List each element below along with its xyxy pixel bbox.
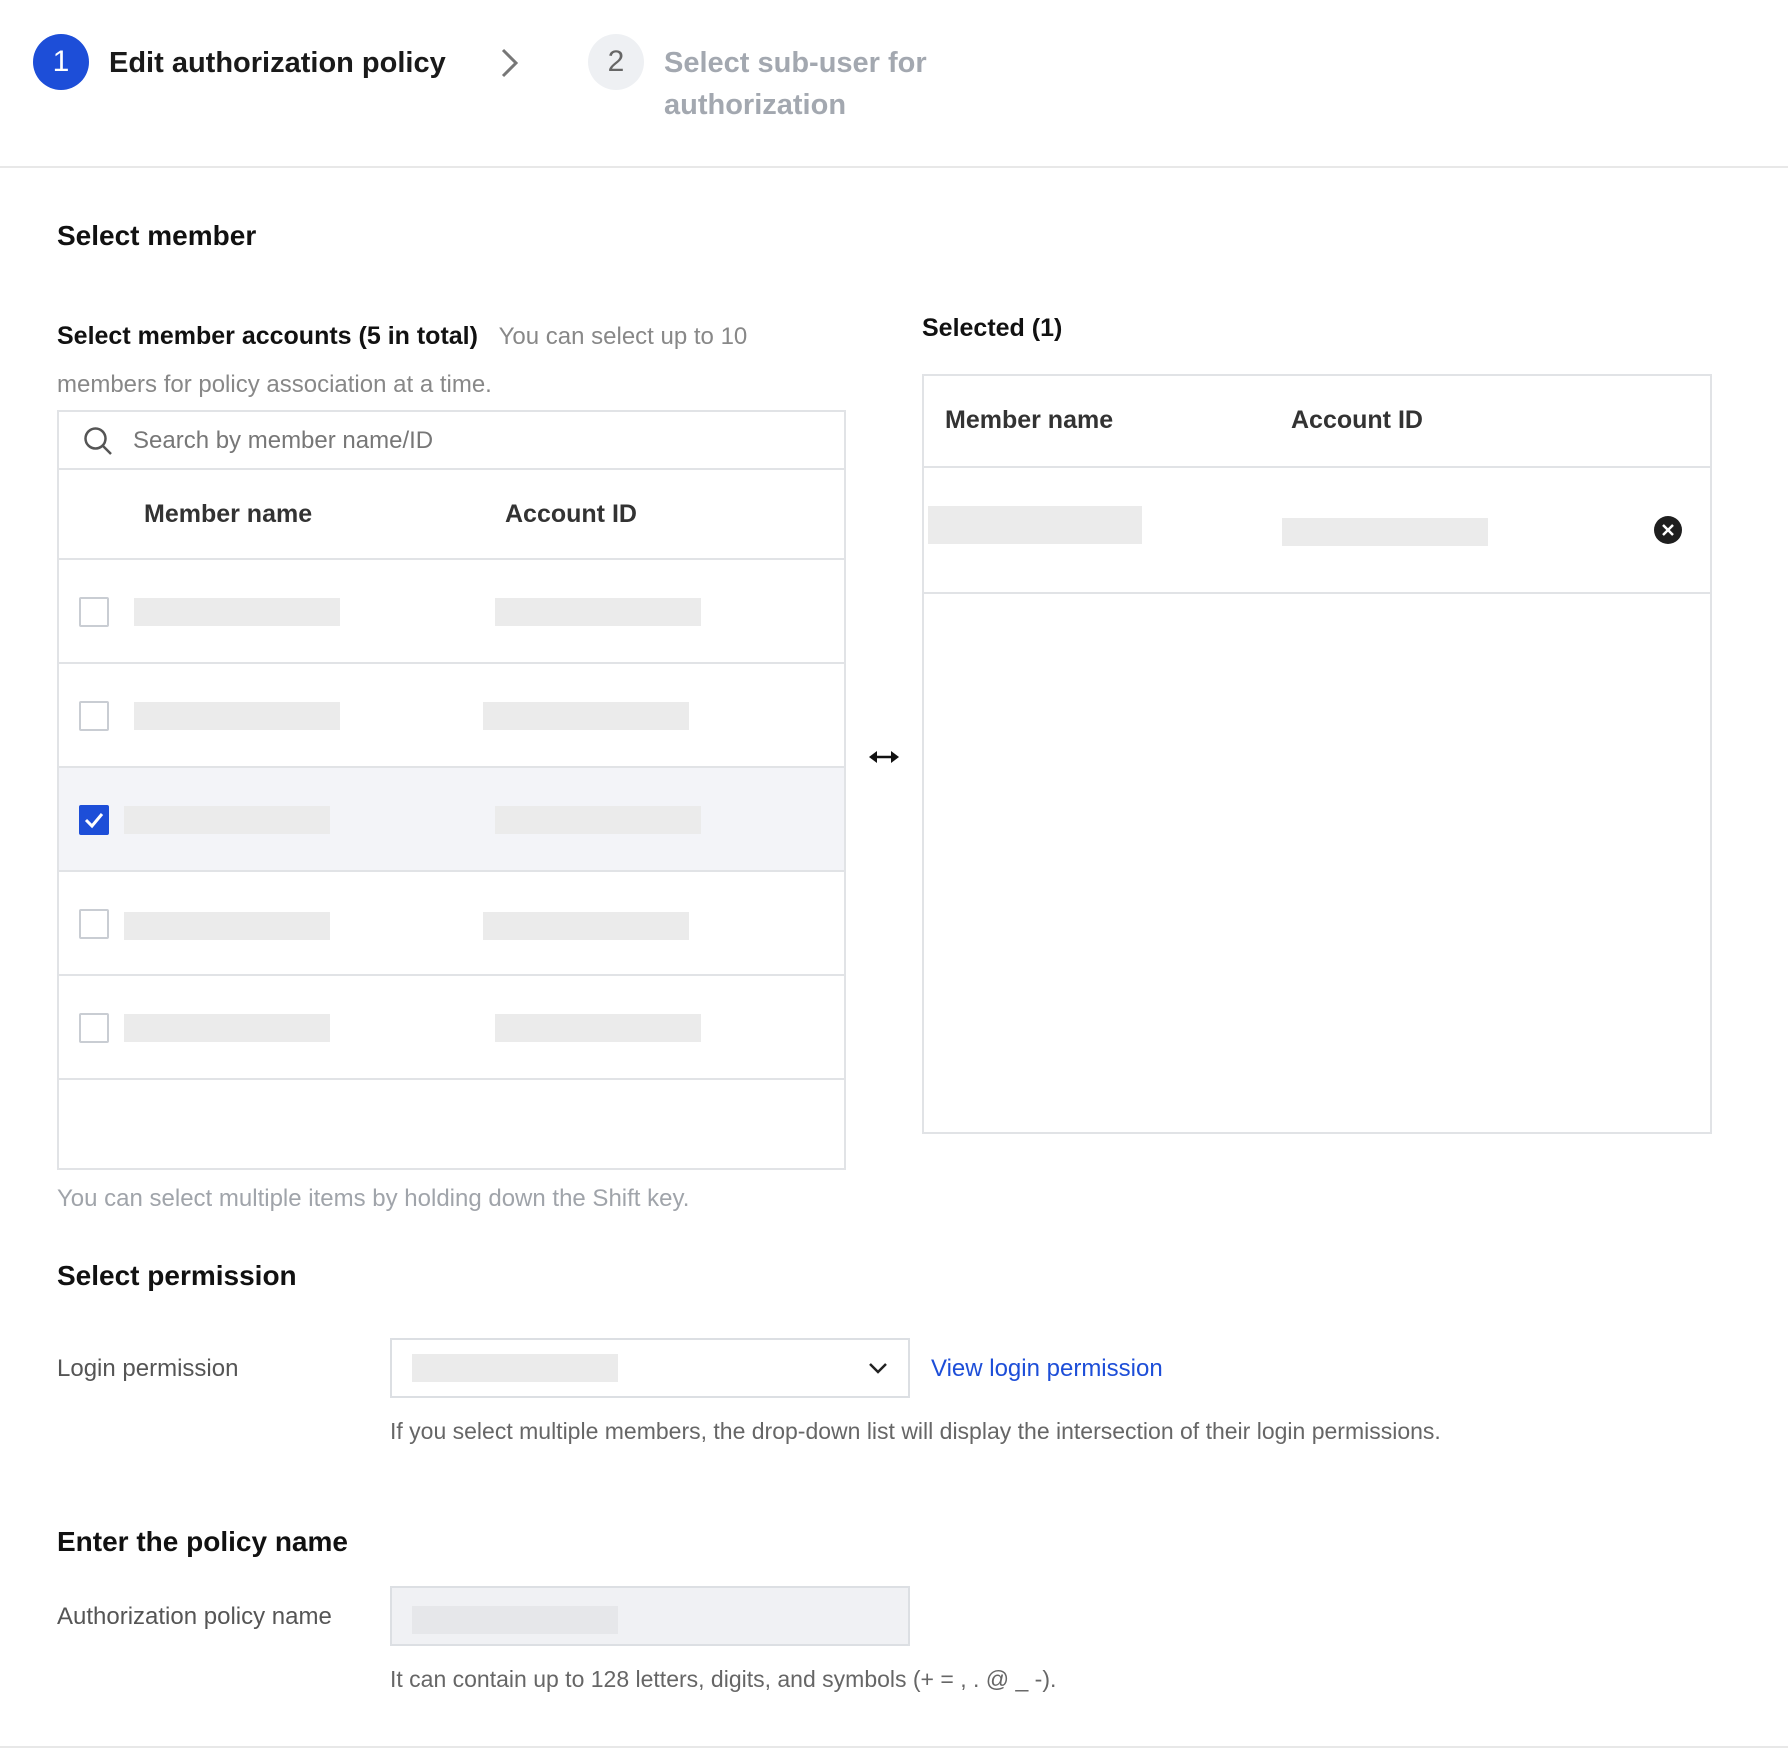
policy-name-value-redacted <box>412 1606 618 1634</box>
login-permission-label: Login permission <box>57 1355 239 1382</box>
member-table-header: Member name Account ID <box>59 470 844 560</box>
login-permission-value-redacted <box>412 1354 618 1382</box>
step-2-indicator[interactable]: 2 <box>588 34 644 90</box>
member-name-redacted <box>134 598 340 626</box>
chevron-down-icon <box>869 1363 887 1374</box>
policy-name-help: It can contain up to 128 letters, digits… <box>390 1666 1057 1692</box>
accounts-description: Select member accounts (5 in total) You … <box>57 312 797 409</box>
table-row[interactable] <box>59 976 844 1080</box>
table-row[interactable] <box>59 664 844 768</box>
search-input[interactable] <box>131 420 795 462</box>
row-checkbox[interactable] <box>79 909 109 939</box>
member-name-redacted <box>124 1014 330 1042</box>
table-row[interactable] <box>59 560 844 664</box>
header-divider <box>0 166 1788 168</box>
selected-table-header: Member name Account ID <box>924 376 1710 468</box>
row-checkbox[interactable] <box>79 597 109 627</box>
selected-column-account-id: Account ID <box>1291 406 1423 434</box>
view-login-permission-link[interactable]: View login permission <box>931 1355 1163 1383</box>
step-1-indicator: 1 <box>33 34 89 90</box>
column-member-name: Member name <box>144 500 313 528</box>
transfer-arrows-icon <box>869 751 899 763</box>
search-bar <box>59 412 844 470</box>
account-id-redacted <box>483 702 689 730</box>
step-1-label: Edit authorization policy <box>109 47 446 79</box>
select-member-title: Select member <box>57 220 257 251</box>
account-id-redacted <box>495 806 701 834</box>
selected-title: Selected (1) <box>922 314 1063 342</box>
remove-selected-icon[interactable] <box>1654 516 1682 544</box>
member-name-redacted <box>134 702 340 730</box>
member-list-panel: Member name Account ID <box>57 410 846 1170</box>
login-permission-select[interactable] <box>390 1338 910 1398</box>
accounts-title: Select member accounts (5 in total) <box>57 322 478 350</box>
policy-name-label: Authorization policy name <box>57 1603 332 1630</box>
shift-hint: You can select multiple items by holding… <box>57 1185 690 1212</box>
account-id-redacted <box>483 912 689 940</box>
table-row[interactable] <box>59 872 844 976</box>
selected-panel: Member name Account ID <box>922 374 1712 1134</box>
table-row[interactable] <box>59 768 844 872</box>
checkmark-icon <box>84 813 104 829</box>
selected-row <box>924 468 1710 594</box>
member-name-redacted <box>124 806 330 834</box>
selected-column-member-name: Member name <box>945 406 1114 434</box>
row-checkbox[interactable] <box>79 805 109 835</box>
member-name-redacted <box>124 912 330 940</box>
step-2-label[interactable]: Select sub-user for authorization <box>664 42 974 126</box>
column-account-id: Account ID <box>505 500 637 528</box>
row-checkbox[interactable] <box>79 701 109 731</box>
selected-account-id-redacted <box>1282 518 1488 546</box>
search-icon <box>84 427 112 455</box>
selected-member-name-redacted <box>928 506 1142 544</box>
account-id-redacted <box>495 1014 701 1042</box>
step-2-number: 2 <box>607 45 625 78</box>
policy-name-title: Enter the policy name <box>57 1526 348 1557</box>
login-permission-help: If you select multiple members, the drop… <box>390 1418 1441 1444</box>
policy-name-input[interactable] <box>390 1586 910 1646</box>
account-id-redacted <box>495 598 701 626</box>
row-checkbox[interactable] <box>79 1013 109 1043</box>
footer-divider <box>0 1746 1788 1748</box>
chevron-right-icon <box>501 48 519 78</box>
step-1-number: 1 <box>52 45 70 78</box>
select-permission-title: Select permission <box>57 1260 297 1291</box>
